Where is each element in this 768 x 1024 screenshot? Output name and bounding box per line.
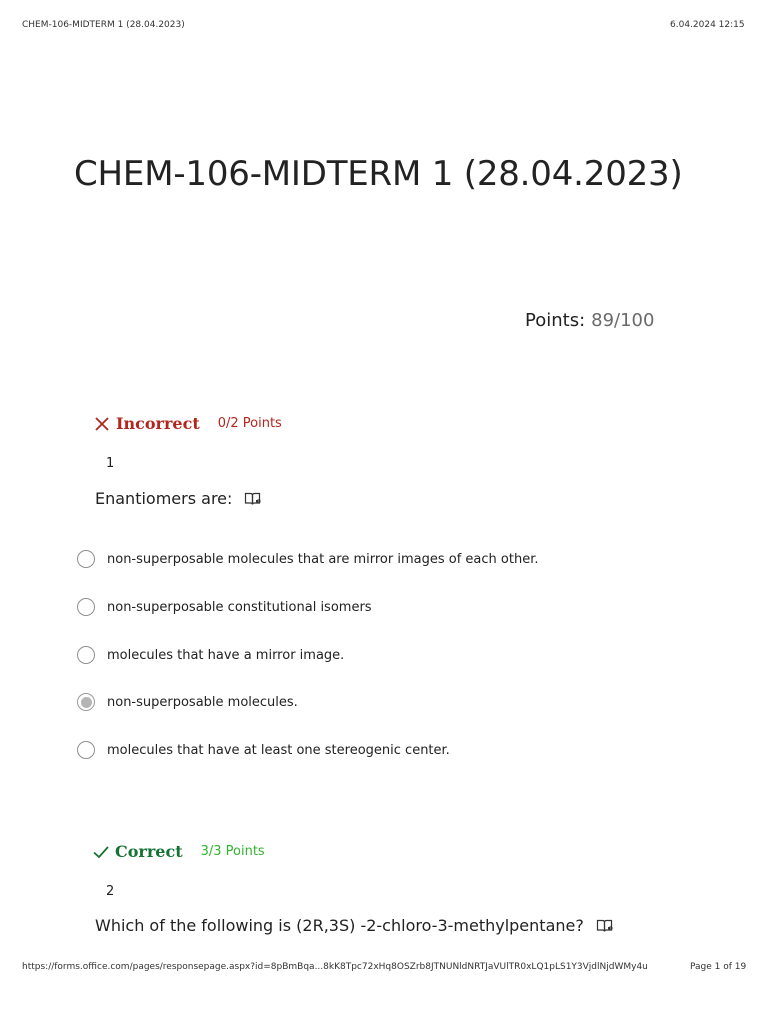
option-label: non-superposable constitutional isomers [107, 599, 372, 615]
radio-button[interactable] [77, 598, 95, 616]
print-footer-page-number: Page 1 of 19 [690, 962, 747, 972]
incorrect-x-icon [93, 415, 111, 433]
radio-button[interactable] [77, 741, 95, 759]
question-1-option-3[interactable]: molecules that have a mirror image. [77, 646, 344, 664]
page-title: CHEM-106-MIDTERM 1 (28.04.2023) [74, 154, 683, 194]
question-1-number: 1 [106, 456, 115, 471]
immersive-reader-icon[interactable] [244, 491, 262, 507]
question-1-points: 0/2 Points [217, 416, 282, 431]
question-1-option-2[interactable]: non-superposable constitutional isomers [77, 598, 372, 616]
question-1-option-4[interactable]: non-superposable molecules. [77, 693, 298, 711]
question-1-option-5[interactable]: molecules that have at least one stereog… [77, 741, 450, 759]
score-label: Points: [525, 310, 586, 331]
print-footer-url: https://forms.office.com/pages/responsep… [22, 962, 648, 972]
radio-button[interactable] [77, 550, 95, 568]
score-value: 89/100 [591, 310, 655, 331]
question-2-points: 3/3 Points [200, 844, 265, 859]
question-1-status: Incorrect 0/2 Points [93, 414, 282, 433]
question-2-status-label: Correct [115, 842, 183, 861]
option-label: molecules that have at least one stereog… [107, 742, 450, 758]
correct-check-icon [92, 843, 110, 861]
question-1-text: Enantiomers are: [95, 489, 262, 508]
question-2-text: Which of the following is (2R,3S) -2-chl… [95, 916, 614, 935]
option-label: molecules that have a mirror image. [107, 647, 345, 663]
question-1-status-label: Incorrect [116, 414, 200, 433]
radio-button[interactable] [77, 646, 95, 664]
print-header-title: CHEM-106-MIDTERM 1 (28.04.2023) [22, 20, 185, 30]
question-1-prompt: Enantiomers are: [95, 489, 233, 508]
immersive-reader-icon[interactable] [596, 918, 614, 934]
question-2-number: 2 [106, 884, 115, 899]
option-label: non-superposable molecules. [107, 694, 298, 710]
print-header-timestamp: 6.04.2024 12:15 [670, 20, 745, 30]
score-summary: Points: 89/100 [525, 310, 654, 331]
question-2-status: Correct 3/3 Points [92, 842, 265, 861]
question-1-option-1[interactable]: non-superposable molecules that are mirr… [77, 550, 538, 568]
option-label: non-superposable molecules that are mirr… [107, 551, 539, 567]
radio-button-selected[interactable] [77, 693, 95, 711]
question-2-prompt: Which of the following is (2R,3S) -2-chl… [95, 916, 584, 935]
